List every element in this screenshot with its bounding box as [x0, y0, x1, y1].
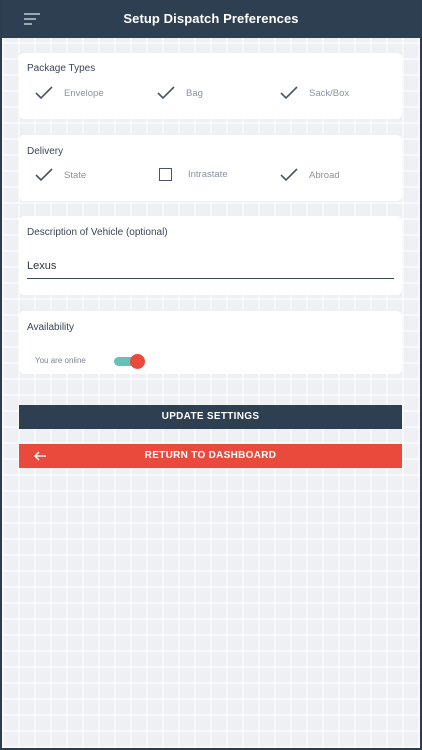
- option-bag[interactable]: Bag: [157, 86, 203, 100]
- availability-toggle[interactable]: [114, 354, 146, 369]
- availability-card: Availability You are online: [19, 311, 402, 374]
- option-sack-box[interactable]: Sack/Box: [280, 86, 349, 100]
- availability-title: Availability: [27, 322, 75, 333]
- app-bar: Setup Dispatch Preferences: [2, 0, 420, 38]
- vehicle-input[interactable]: Lexus: [27, 260, 56, 272]
- option-state[interactable]: State: [35, 168, 86, 182]
- option-abroad[interactable]: Abroad: [280, 168, 340, 182]
- return-to-dashboard-label: RETURN TO DASHBOARD: [144, 450, 277, 461]
- update-settings-button[interactable]: UPDATE SETTINGS: [19, 405, 402, 429]
- checkbox-empty-icon: [159, 168, 172, 181]
- delivery-card: Delivery State Intrastate Abroad: [19, 135, 402, 201]
- page-title: Setup Dispatch Preferences: [123, 11, 299, 26]
- option-sack-box-label: Sack/Box: [309, 87, 350, 99]
- vehicle-input-underline: [27, 278, 394, 279]
- option-envelope[interactable]: Envelope: [35, 86, 104, 100]
- option-envelope-label: Envelope: [64, 87, 104, 99]
- check-icon: [280, 168, 298, 182]
- delivery-title: Delivery: [27, 146, 64, 157]
- option-abroad-label: Abroad: [309, 169, 340, 181]
- package-types-card: Package Types Envelope Bag Sack/Box: [19, 53, 402, 119]
- vehicle-label: Description of Vehicle (optional): [27, 227, 168, 238]
- check-icon: [35, 86, 53, 100]
- option-intrastate-label: Intrastate: [188, 169, 228, 180]
- option-bag-label: Bag: [186, 87, 203, 99]
- screen: Setup Dispatch Preferences Package Types…: [0, 0, 422, 750]
- check-icon: [35, 168, 53, 182]
- check-icon: [157, 86, 175, 100]
- option-state-label: State: [64, 169, 87, 181]
- arrow-left-icon: [34, 451, 46, 461]
- vehicle-card: Description of Vehicle (optional) Lexus: [19, 216, 402, 295]
- online-status-text: You are online: [35, 356, 86, 365]
- check-icon: [280, 86, 298, 100]
- option-intrastate[interactable]: Intrastate: [157, 168, 228, 181]
- return-to-dashboard-button[interactable]: RETURN TO DASHBOARD: [19, 444, 402, 468]
- toggle-knob: [130, 354, 145, 369]
- package-types-title: Package Types: [27, 63, 96, 74]
